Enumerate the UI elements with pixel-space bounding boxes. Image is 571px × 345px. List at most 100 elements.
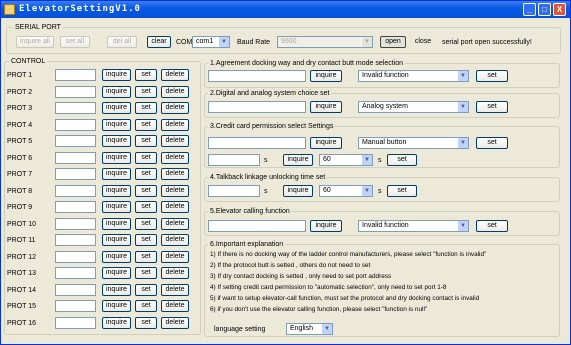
- del-all-button[interactable]: del all: [107, 36, 137, 48]
- port-address-input[interactable]: [55, 135, 96, 147]
- com-port-select[interactable]: com1 ▼: [192, 36, 230, 48]
- port-delete-button[interactable]: delete: [161, 168, 189, 180]
- set-all-button[interactable]: set all: [60, 36, 90, 48]
- port-delete-button[interactable]: delete: [161, 283, 189, 296]
- port-address-input[interactable]: [55, 118, 96, 131]
- port-delete-button[interactable]: delete: [161, 135, 189, 147]
- inquire-all-button[interactable]: inquire all: [16, 36, 54, 48]
- section-1-select[interactable]: Invalid function ▼: [358, 70, 469, 82]
- port-address-input[interactable]: [55, 283, 96, 296]
- port-set-button[interactable]: set: [135, 300, 157, 312]
- port-inquire-button[interactable]: inquire: [102, 300, 131, 312]
- port-set-button[interactable]: set: [135, 201, 157, 213]
- port-delete-button[interactable]: delete: [161, 234, 189, 246]
- port-set-button[interactable]: set: [135, 184, 157, 197]
- section-3-set-button-1[interactable]: set: [476, 137, 508, 149]
- minimize-button[interactable]: _: [523, 3, 536, 16]
- port-inquire-button[interactable]: inquire: [102, 184, 131, 197]
- close-port-button[interactable]: close: [411, 36, 435, 48]
- port-inquire-button[interactable]: inquire: [102, 69, 131, 81]
- section-3-mode-select[interactable]: Manual button ▼: [358, 137, 469, 149]
- port-address-input[interactable]: [55, 267, 96, 279]
- port-delete-button[interactable]: delete: [161, 69, 189, 81]
- port-address-input[interactable]: [55, 217, 96, 230]
- baud-rate-select[interactable]: 9600 ▼: [277, 36, 373, 48]
- port-delete-button[interactable]: delete: [161, 151, 189, 164]
- port-delete-button[interactable]: delete: [161, 184, 189, 197]
- port-inquire-button[interactable]: inquire: [102, 151, 131, 164]
- clear-button[interactable]: clear: [147, 36, 171, 48]
- port-inquire-button[interactable]: inquire: [102, 118, 131, 131]
- section-1-input[interactable]: [208, 70, 306, 82]
- port-address-input[interactable]: [55, 184, 96, 197]
- port-delete-button[interactable]: delete: [161, 201, 189, 213]
- port-set-button[interactable]: set: [135, 316, 157, 329]
- port-address-input[interactable]: [55, 69, 96, 81]
- section-1-set-button[interactable]: set: [476, 70, 508, 82]
- port-set-button[interactable]: set: [135, 283, 157, 296]
- section-5-select[interactable]: Invalid function ▼: [358, 220, 469, 232]
- port-address-input[interactable]: [55, 234, 96, 246]
- section-3-input-2[interactable]: [208, 154, 260, 166]
- port-address-input[interactable]: [55, 300, 96, 312]
- port-inquire-button[interactable]: inquire: [102, 85, 131, 98]
- section-3-time-select[interactable]: 60 ▼: [319, 154, 373, 166]
- port-address-input[interactable]: [55, 201, 96, 213]
- port-set-button[interactable]: set: [135, 250, 157, 263]
- port-set-button[interactable]: set: [135, 69, 157, 81]
- maximize-button[interactable]: □: [538, 3, 551, 16]
- section-1-inquire-button[interactable]: inquire: [310, 70, 342, 82]
- section-4-time-select[interactable]: 60 ▼: [319, 185, 373, 197]
- port-address-input[interactable]: [55, 168, 96, 180]
- section-4-input[interactable]: [208, 185, 260, 197]
- port-inquire-button[interactable]: inquire: [102, 217, 131, 230]
- port-delete-button[interactable]: delete: [161, 102, 189, 114]
- open-port-button[interactable]: open: [380, 36, 406, 48]
- port-set-button[interactable]: set: [135, 234, 157, 246]
- port-set-button[interactable]: set: [135, 151, 157, 164]
- port-inquire-button[interactable]: inquire: [102, 283, 131, 296]
- port-address-input[interactable]: [55, 151, 96, 164]
- port-delete-button[interactable]: delete: [161, 267, 189, 279]
- section-2-inquire-button[interactable]: inquire: [310, 101, 342, 113]
- section-4-inquire-button[interactable]: inquire: [283, 185, 313, 197]
- port-inquire-button[interactable]: inquire: [102, 316, 131, 329]
- port-inquire-button[interactable]: inquire: [102, 102, 131, 114]
- port-delete-button[interactable]: delete: [161, 217, 189, 230]
- section-5-inquire-button[interactable]: inquire: [310, 220, 342, 232]
- section-2-set-button[interactable]: set: [476, 101, 508, 113]
- port-address-input[interactable]: [55, 250, 96, 263]
- section-5-set-button[interactable]: set: [476, 220, 508, 232]
- section-3-input-1[interactable]: [208, 137, 306, 149]
- section-5-input[interactable]: [208, 220, 306, 232]
- port-inquire-button[interactable]: inquire: [102, 234, 131, 246]
- port-delete-button[interactable]: delete: [161, 85, 189, 98]
- port-set-button[interactable]: set: [135, 267, 157, 279]
- section-2-input[interactable]: [208, 101, 306, 113]
- section-3-inquire-button-1[interactable]: inquire: [310, 137, 342, 149]
- port-set-button[interactable]: set: [135, 168, 157, 180]
- port-set-button[interactable]: set: [135, 102, 157, 114]
- section-3-inquire-button-2[interactable]: inquire: [283, 154, 313, 166]
- port-address-input[interactable]: [55, 316, 96, 329]
- port-address-input[interactable]: [55, 102, 96, 114]
- title-bar[interactable]: ElevatorSettingV1.0 _ □ X: [1, 1, 570, 18]
- port-inquire-button[interactable]: inquire: [102, 168, 131, 180]
- port-set-button[interactable]: set: [135, 217, 157, 230]
- section-4-set-button[interactable]: set: [387, 185, 417, 197]
- port-inquire-button[interactable]: inquire: [102, 135, 131, 147]
- port-delete-button[interactable]: delete: [161, 250, 189, 263]
- port-inquire-button[interactable]: inquire: [102, 267, 131, 279]
- port-set-button[interactable]: set: [135, 118, 157, 131]
- port-set-button[interactable]: set: [135, 85, 157, 98]
- close-window-button[interactable]: X: [553, 3, 566, 16]
- port-inquire-button[interactable]: inquire: [102, 201, 131, 213]
- port-delete-button[interactable]: delete: [161, 316, 189, 329]
- port-inquire-button[interactable]: inquire: [102, 250, 131, 263]
- language-select[interactable]: English ▼: [286, 323, 333, 335]
- port-address-input[interactable]: [55, 85, 96, 98]
- port-delete-button[interactable]: delete: [161, 300, 189, 312]
- port-delete-button[interactable]: delete: [161, 118, 189, 131]
- section-2-select[interactable]: Analog system ▼: [358, 101, 469, 113]
- section-3-set-button-2[interactable]: set: [387, 154, 417, 166]
